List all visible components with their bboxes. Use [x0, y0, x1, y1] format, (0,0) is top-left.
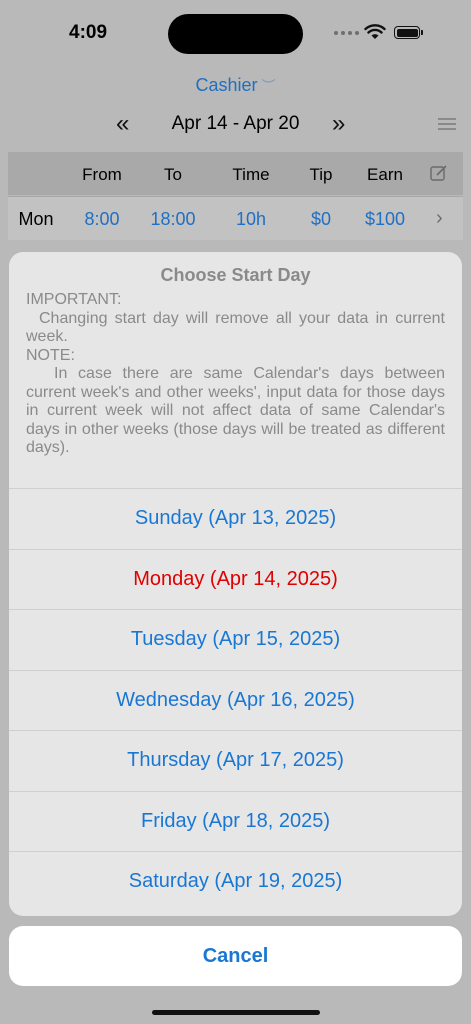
option-tuesday[interactable]: Tuesday (Apr 15, 2025)	[9, 609, 462, 670]
dynamic-island	[168, 14, 303, 54]
important-text: Changing start day will remove all your …	[26, 309, 445, 346]
sheet-title: Choose Start Day	[160, 265, 311, 285]
column-header-tip: Tip	[309, 165, 333, 184]
important-label: IMPORTANT:	[26, 291, 122, 308]
choose-start-day-sheet: Choose Start Day IMPORTANT: Changing sta…	[9, 252, 462, 916]
table-header: From To Time Tip Earn	[8, 152, 463, 195]
column-header-to: To	[164, 165, 182, 184]
column-header-time: Time	[232, 165, 270, 184]
table-row[interactable]: Mon 8:00 18:00 10h $0 $100 ›	[8, 196, 463, 240]
option-monday[interactable]: Monday (Apr 14, 2025)	[9, 548, 462, 610]
status-time: 4:09	[69, 22, 108, 43]
option-friday[interactable]: Friday (Apr 18, 2025)	[9, 790, 462, 852]
note-text: In case there are same Calendar's days b…	[26, 365, 445, 456]
row-day: Mon	[18, 209, 54, 229]
job-selector[interactable]: Cashier ︶	[0, 75, 471, 96]
edit-icon[interactable]	[430, 164, 448, 182]
wifi-icon	[364, 24, 386, 39]
battery-icon	[394, 26, 423, 39]
start-day-options: Sunday (Apr 13, 2025) Monday (Apr 14, 20…	[9, 488, 462, 912]
column-header-from: From	[82, 165, 122, 184]
chevron-right-icon[interactable]: ›	[436, 207, 443, 230]
option-wednesday[interactable]: Wednesday (Apr 16, 2025)	[9, 669, 462, 731]
week-navigator: « Apr 14 - Apr 20 »	[0, 110, 471, 138]
option-saturday[interactable]: Saturday (Apr 19, 2025)	[9, 851, 462, 912]
job-title: Cashier	[195, 75, 258, 95]
menu-icon[interactable]	[438, 118, 456, 133]
option-thursday[interactable]: Thursday (Apr 17, 2025)	[9, 730, 462, 791]
row-from[interactable]: 8:00	[78, 209, 126, 230]
chevron-down-icon: ︶	[261, 78, 276, 94]
cellular-signal-icon	[334, 31, 359, 35]
row-earn: $100	[364, 209, 406, 229]
week-range[interactable]: Apr 14 - Apr 20	[0, 113, 471, 135]
note-label: NOTE:	[26, 346, 75, 364]
column-header-earn: Earn	[367, 165, 403, 184]
sheet-message: IMPORTANT: Changing start day will remov…	[26, 291, 445, 458]
option-sunday[interactable]: Sunday (Apr 13, 2025)	[9, 488, 462, 549]
row-tip[interactable]: $0	[303, 209, 339, 230]
row-to[interactable]: 18:00	[146, 209, 200, 230]
row-time: 10h	[235, 209, 267, 229]
double-chevron-right-icon[interactable]: »	[332, 110, 345, 138]
cancel-button[interactable]: Cancel	[9, 926, 462, 986]
home-indicator[interactable]	[152, 1010, 320, 1015]
